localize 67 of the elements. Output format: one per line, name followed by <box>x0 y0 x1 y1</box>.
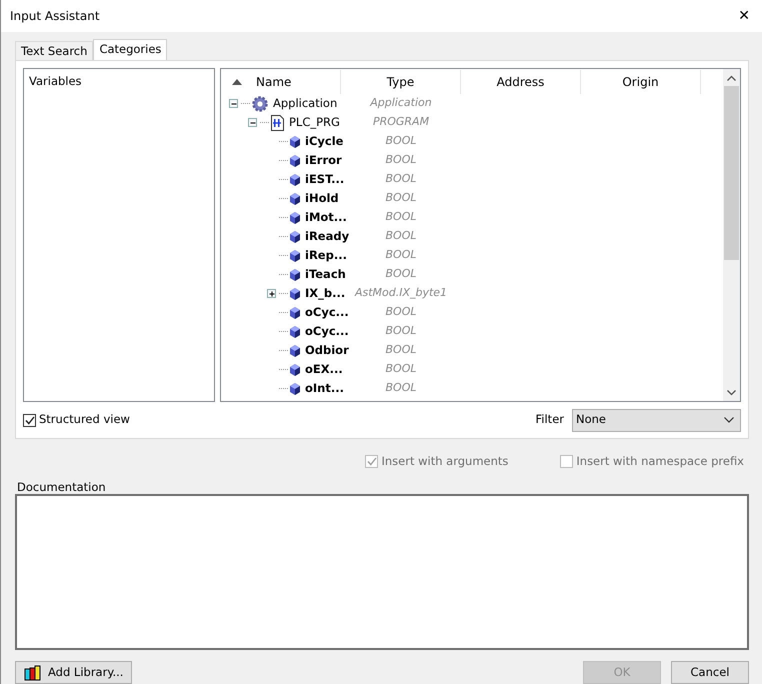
variable-icon <box>290 136 300 148</box>
sort-icon <box>232 78 242 84</box>
variable-icon <box>290 382 300 394</box>
type-cell-text: BOOL <box>384 380 418 396</box>
filter-dropdown[interactable]: None <box>572 408 741 432</box>
expand-icon[interactable] <box>267 289 276 298</box>
variable-icon <box>290 364 300 376</box>
tab[interactable]: Text Search <box>15 41 94 60</box>
item-name[interactable]: iReady <box>305 228 350 246</box>
category-item[interactable]: Variables <box>29 73 209 90</box>
variable-icon <box>290 306 300 318</box>
collapse-icon[interactable] <box>248 118 257 127</box>
item-name[interactable]: oEX... <box>305 360 343 378</box>
item-name[interactable]: iCycle <box>305 132 344 150</box>
variable-icon <box>290 268 300 280</box>
documentation-label: Documentation <box>16 479 107 492</box>
column-header[interactable]: Name <box>256 70 292 94</box>
checkbox[interactable] <box>23 414 36 427</box>
item-name[interactable]: IX_b... <box>305 284 346 302</box>
item-name[interactable]: iError <box>305 152 342 170</box>
item-name[interactable]: iEST... <box>305 170 344 188</box>
item-name[interactable]: oCyc... <box>305 304 349 322</box>
column-header[interactable]: Address <box>461 70 581 94</box>
item-name[interactable]: iTeach <box>305 266 346 284</box>
item-name[interactable]: iMot... <box>305 208 347 226</box>
checkbox-label: Insert with namespace prefix <box>576 452 744 470</box>
column-header[interactable]: Origin <box>581 70 701 94</box>
window-title: Input Assistant <box>10 8 100 25</box>
cancel-button[interactable]: Cancel <box>671 661 749 684</box>
item-name[interactable]: Odbior <box>305 342 349 360</box>
type-cell-text: BOOL <box>384 133 418 150</box>
variable-icon <box>290 192 300 204</box>
chevron-icon <box>724 417 734 424</box>
filter-label: Filter <box>536 411 564 428</box>
scrollbar[interactable] <box>723 69 740 402</box>
item-name[interactable]: Application <box>273 94 338 112</box>
variable-icon <box>290 154 300 166</box>
variable-icon <box>290 344 300 356</box>
column-header[interactable]: Type <box>341 70 461 94</box>
checkbox-label: Structured view <box>39 411 130 428</box>
variable-icon <box>290 288 300 300</box>
item-name[interactable]: PLC_PRG <box>289 114 340 132</box>
type-cell-text: BOOL <box>384 361 418 378</box>
collapse-icon[interactable] <box>229 99 238 108</box>
checkbox-label: Insert with arguments <box>381 452 508 470</box>
program-icon <box>271 114 284 130</box>
scroll-down-icon[interactable] <box>727 390 736 396</box>
item-name[interactable]: iHold <box>305 190 339 208</box>
type-cell-text: BOOL <box>384 171 418 188</box>
type-cell-text: BOOL <box>384 152 418 168</box>
type-cell-text: Application <box>368 95 433 112</box>
add-library-button[interactable]: Add Library... <box>15 661 132 684</box>
gear-icon <box>252 96 268 112</box>
books-icon <box>24 664 42 680</box>
variable-icon <box>290 174 300 186</box>
type-cell-text: PROGRAM <box>372 114 430 130</box>
item-name[interactable]: iRep... <box>305 246 347 264</box>
item-name[interactable]: oInt... <box>305 380 344 398</box>
scroll-up-icon[interactable] <box>727 74 736 80</box>
variable-icon <box>290 250 300 262</box>
variable-icon <box>290 212 300 224</box>
type-cell-text: BOOL <box>384 190 418 206</box>
close-button[interactable]: ✕ <box>734 6 754 26</box>
item-name[interactable]: oCyc... <box>305 322 349 340</box>
variable-icon <box>290 230 300 242</box>
variable-icon <box>290 326 300 338</box>
tab[interactable]: Categories <box>93 39 168 60</box>
